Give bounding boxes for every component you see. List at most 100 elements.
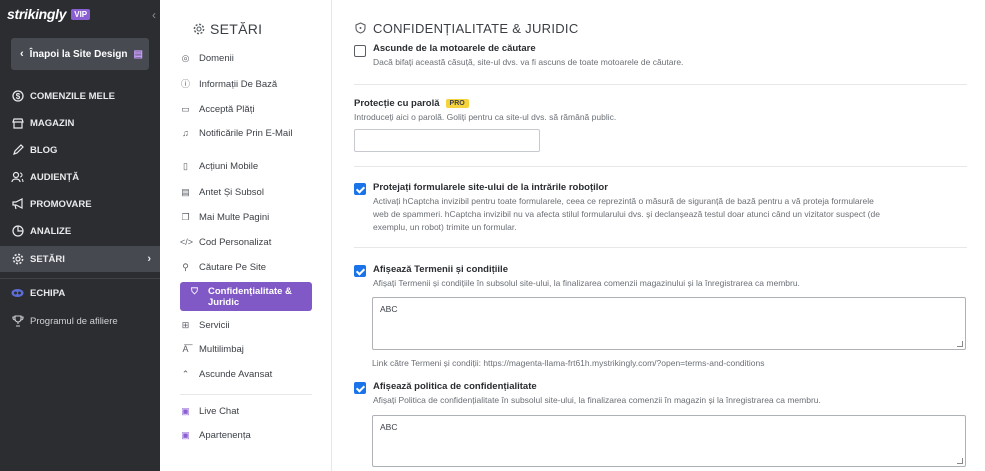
settings-item-label: Acceptă Plăți [199,104,255,115]
grid-icon: ⊞ [181,320,190,330]
settings-item-custom-code[interactable]: </> Cod Personalizat [180,237,312,248]
settings-item-multilanguage[interactable]: A͞ Multilimbaj [180,344,312,355]
resize-handle[interactable] [957,341,963,347]
privacy-textarea[interactable]: ABC [372,415,966,467]
settings-item-label: Domenii [199,53,234,64]
password-input[interactable] [354,129,540,152]
settings-item-label: Live Chat [199,406,240,417]
membership-icon: ▣ [181,430,190,440]
nav-team[interactable]: ECHIPA [0,280,160,306]
gear-icon [193,23,205,35]
resize-handle[interactable] [957,458,963,464]
nav-promotion[interactable]: PROMOVARE [0,191,160,217]
captcha-checkbox[interactable] [354,183,366,195]
nav-label: PROMOVARE [30,198,92,210]
settings-item-label: Notificările Prin E-Mail [199,128,293,139]
nav-label: MAGAZIN [30,117,75,129]
pages-icon: ❐ [181,212,190,222]
settings-title: SETĂRI [210,21,263,37]
nav-label: BLOG [30,144,58,156]
settings-item-label: Apartenența [199,430,251,441]
nav-store[interactable]: MAGAZIN [0,110,160,136]
settings-item-membership[interactable]: ▣ Apartenența [180,430,312,441]
settings-item-label: Căutare Pe Site [199,262,267,273]
shield-icon [355,22,366,34]
team-icon [11,287,24,300]
hide-search-label: Ascunde de la motoarele de căutare [373,43,536,54]
trophy-icon [11,315,24,328]
chevron-up-icon: ⌃ [181,369,190,379]
password-label-text: Protecție cu parolă [354,98,440,109]
captcha-label: Protejați formularele site-ului de la in… [373,182,608,193]
privacy-legal-panel: CONFIDENȚIALITATE & JURIDIC Ascunde de l… [333,0,985,471]
people-icon [11,171,24,184]
privacy-text: ABC [380,422,398,432]
settings-item-label: Acțiuni Mobile [199,161,259,172]
nav-settings[interactable]: SETĂRI › [0,246,160,272]
settings-item-domains[interactable]: ◎ Domenii [180,53,312,64]
password-label: Protecție cu parolă PRO [354,98,469,109]
settings-item-label: Cod Personalizat [199,237,272,248]
privacy-checkbox[interactable] [354,382,366,394]
nav-analytics[interactable]: ANALIZE [0,218,160,244]
nav-audience[interactable]: AUDIENȚĂ [0,164,160,190]
settings-item-site-search[interactable]: ⚲ Căutare Pe Site [180,262,312,273]
captcha-desc-line: exemplu, un robot) trimite un formular. [373,222,517,232]
settings-item-services[interactable]: ⊞ Servicii [180,320,312,331]
terms-desc: Afișați Termenii și condițiile în subsol… [373,278,800,288]
settings-item-label: Informații De Bază [199,79,278,90]
store-icon [11,117,24,130]
settings-item-mobile-actions[interactable]: ▯ Acțiuni Mobile [180,161,312,172]
settings-menu: SETĂRI ◎ Domenii ⓘ Informații De Bază ▭ Acc… [160,0,332,471]
settings-item-label: Mai Multe Pagini [199,212,270,223]
pro-badge: PRO [445,99,469,108]
nav-label: AUDIENȚĂ [30,171,80,183]
settings-item-hide-advanced[interactable]: ⌃ Ascunde Avansat [180,369,312,380]
globe-icon: ◎ [181,53,190,63]
settings-item-email-notifications[interactable]: ♫ Notificările Prin E-Mail [180,128,312,139]
captcha-desc-line: web de spammeri. hCaptcha invizibil nu v… [373,209,880,219]
terms-label: Afișează Termenii și condițiile [373,264,508,275]
nav-label: ANALIZE [30,225,72,237]
brand-name: strikingly [7,6,67,22]
code-icon: </> [180,237,194,247]
settings-item-label: Confidențialitate & Juridic [208,286,292,308]
hide-search-checkbox[interactable] [354,45,366,57]
settings-item-live-chat[interactable]: ▣ Live Chat [180,406,312,417]
megaphone-icon [11,198,24,211]
privacy-desc: Afișați Politica de confidențialitate în… [373,395,821,405]
nav-blog[interactable]: BLOG [0,137,160,163]
chevron-left-icon: ‹ [20,48,24,60]
nav-label: ECHIPA [30,287,66,299]
shield-icon: ⛉ [191,286,198,296]
captcha-desc: Activați hCaptcha invizibil pentru toate… [373,195,973,234]
back-to-design-button[interactable]: ‹ Înapoi la Site Design ▤ [11,38,149,70]
brand-logo[interactable]: strikingly VIP [7,6,91,22]
section-divider [354,247,967,248]
settings-item-more-pages[interactable]: ❐ Mai Multe Pagini [180,212,312,223]
mobile-icon: ▯ [183,161,188,171]
terms-checkbox[interactable] [354,265,366,277]
settings-item-basic-info[interactable]: ⓘ Informații De Bază [180,79,312,90]
terms-textarea[interactable]: ABC [372,297,966,350]
password-desc: Introduceți aici o parolă. Goliți pentru… [354,112,617,122]
settings-item-privacy-legal[interactable]: ⛉ Confidențialitate & Juridic [180,282,312,311]
settings-item-label: Servicii [199,320,230,331]
payment-icon: ▭ [181,104,190,114]
nav-affiliate[interactable]: Programul de afiliere [0,308,160,334]
sidebar-divider [0,278,160,279]
hide-search-desc: Dacă bifați această căsuță, site-ul dvs.… [373,57,684,67]
terms-link: Link către Termeni și condiții: https://… [372,358,765,368]
pie-chart-icon [11,225,24,238]
settings-item-label: Ascunde Avansat [199,369,273,380]
bell-icon: ♫ [182,128,189,138]
section-divider [354,84,967,85]
settings-item-payments[interactable]: ▭ Acceptă Plăți [180,104,312,115]
info-icon: ⓘ [180,79,190,89]
settings-item-header-footer[interactable]: ▤ Antet Și Subsol [180,187,312,198]
collapse-sidebar-icon[interactable]: ‹ [152,8,156,22]
nav-label: COMENZILE MELE [30,90,115,102]
search-icon: ⚲ [182,262,189,272]
nav-orders[interactable]: $ COMENZILE MELE [0,83,160,109]
dollar-icon: $ [11,90,24,103]
